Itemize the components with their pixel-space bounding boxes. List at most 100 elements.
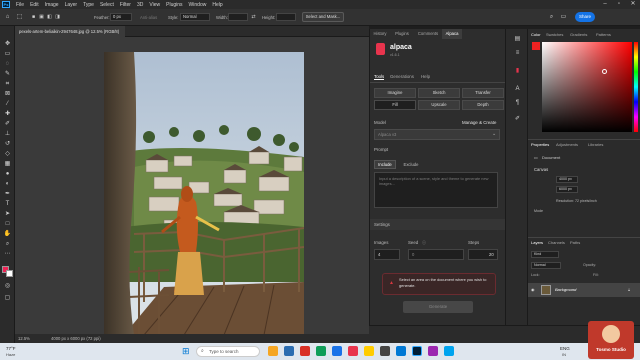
images-input[interactable]: 4 <box>374 249 400 260</box>
tab-alpaca[interactable]: Alpaca <box>442 29 462 39</box>
hue-slider[interactable] <box>634 42 638 132</box>
blend-mode-select[interactable]: Normal <box>531 262 561 269</box>
move-tool-icon[interactable]: ✥ <box>3 40 12 48</box>
eye-icon[interactable]: ◉ <box>531 287 535 292</box>
character-panel-icon[interactable]: A <box>513 85 522 93</box>
tab-gradients[interactable]: Gradients <box>570 32 587 37</box>
windows-start-icon[interactable]: ⊞ <box>182 346 193 357</box>
tab-patterns[interactable]: Patterns <box>596 32 611 37</box>
tool-fill-button[interactable]: Fill <box>374 100 416 110</box>
brush-panel-icon[interactable]: ✐ <box>513 115 522 123</box>
marquee-tool-icon[interactable]: ⬚ <box>16 13 23 21</box>
subtract-selection-icon[interactable]: ◧ <box>46 13 53 21</box>
gradient-tool-icon[interactable]: ▦ <box>3 160 12 168</box>
layer-row[interactable]: ◉ Background 🔒︎ <box>528 283 640 297</box>
feather-input[interactable]: 0 px <box>110 13 132 21</box>
tool-sketch-button[interactable]: Sketch <box>418 88 460 98</box>
task-view-icon[interactable] <box>284 346 294 356</box>
app-icon-6[interactable] <box>396 346 406 356</box>
brush-tool-icon[interactable]: ✐ <box>3 120 12 128</box>
document-image[interactable] <box>104 52 304 335</box>
tab-color[interactable]: Color <box>531 32 541 37</box>
properties-panel-icon[interactable]: ≡ <box>513 49 522 57</box>
color-picker-handle[interactable] <box>602 69 607 74</box>
tab-properties[interactable]: Properties <box>531 142 549 147</box>
share-button[interactable]: Share <box>575 12 595 22</box>
height-input[interactable] <box>276 13 296 21</box>
artboard-tool-icon[interactable]: ▭ <box>3 50 12 58</box>
paragraph-panel-icon[interactable]: ¶ <box>513 99 522 107</box>
app-icon-3[interactable] <box>348 346 358 356</box>
pen-tool-icon[interactable]: ✒ <box>3 190 12 198</box>
app-icon-5[interactable] <box>380 346 390 356</box>
zoom-readout[interactable]: 12.5% <box>18 336 30 341</box>
alpaca-panel-icon[interactable]: ▮ <box>513 67 522 75</box>
layer-name[interactable]: Background <box>555 287 576 292</box>
foreground-swatch[interactable] <box>532 42 540 50</box>
edge-icon[interactable] <box>332 346 342 356</box>
app-icon-4[interactable] <box>364 346 374 356</box>
height-field[interactable]: 6000 px <box>556 186 578 193</box>
photoshop-taskbar-icon[interactable] <box>412 346 422 356</box>
minimize-icon[interactable]: – <box>598 0 612 9</box>
lasso-tool-icon[interactable]: ◌ <box>3 60 12 68</box>
document-tab[interactable]: pexels-artem-beliaikin-2947648.jpg @ 12.… <box>15 26 125 37</box>
menu-plugins[interactable]: Plugins <box>163 2 185 8</box>
menu-edit[interactable]: Edit <box>27 2 42 8</box>
include-toggle[interactable]: Include <box>374 160 396 169</box>
tab-layers[interactable]: Layers <box>531 240 543 245</box>
generate-button[interactable]: Generate <box>403 301 473 313</box>
manage-create-link[interactable]: Manage & Create <box>462 120 496 125</box>
tab-comments[interactable]: Comments <box>414 29 442 39</box>
antialias-checkbox[interactable]: Anti-alias <box>140 14 157 21</box>
tab-plugins[interactable]: Plugins <box>390 29 414 39</box>
tool-depth-button[interactable]: Depth <box>462 100 504 110</box>
menu-image[interactable]: Image <box>42 2 62 8</box>
history-panel-icon[interactable]: ▤ <box>513 35 522 43</box>
healing-tool-icon[interactable]: ✚ <box>3 110 12 118</box>
search-icon[interactable]: ⌕ <box>548 13 555 21</box>
quick-mask-icon[interactable]: ◎ <box>3 282 12 290</box>
menu-filter[interactable]: Filter <box>117 2 134 8</box>
more-tools-icon[interactable]: ⋯ <box>3 250 12 258</box>
tool-imagine-button[interactable]: Imagine <box>374 88 416 98</box>
weather-temp[interactable]: 77°F <box>6 346 16 351</box>
prompt-textarea[interactable]: Input a description of a scene, style an… <box>374 172 498 208</box>
layer-filter-select[interactable]: Kind <box>531 251 559 258</box>
path-select-icon[interactable]: ➤ <box>3 210 12 218</box>
menu-type[interactable]: Type <box>80 2 97 8</box>
menu-select[interactable]: Select <box>97 2 117 8</box>
menu-help[interactable]: Help <box>209 2 225 8</box>
tab-channels[interactable]: Channels <box>548 240 565 245</box>
workspace-icon[interactable]: ▭ <box>560 13 567 21</box>
tab-history[interactable]: History <box>370 29 390 39</box>
history-brush-icon[interactable]: ↺ <box>3 140 12 148</box>
subtab-help[interactable]: Help <box>421 74 430 79</box>
menu-file[interactable]: File <box>13 2 27 8</box>
new-selection-icon[interactable]: ■ <box>30 13 37 21</box>
subtab-generations[interactable]: Generations <box>390 74 414 79</box>
eyedropper-tool-icon[interactable]: ⁄ <box>3 100 12 108</box>
add-selection-icon[interactable]: ▣ <box>38 13 45 21</box>
rectangle-tool-icon[interactable]: □ <box>3 220 12 228</box>
app-icon-2[interactable] <box>316 346 326 356</box>
color-picker-field[interactable] <box>542 42 632 132</box>
hand-tool-icon[interactable]: ✋ <box>3 230 12 238</box>
dodge-tool-icon[interactable]: ◐ <box>3 180 12 188</box>
taskbar-search[interactable]: ⌕ Type to search <box>196 346 260 357</box>
tab-paths[interactable]: Paths <box>570 240 580 245</box>
subtab-tools[interactable]: Tools <box>374 74 385 80</box>
tool-upscale-button[interactable]: Upscale <box>418 100 460 110</box>
app-icon-7[interactable] <box>428 346 438 356</box>
tab-libraries[interactable]: Libraries <box>588 142 603 147</box>
maximize-icon[interactable]: ▫ <box>612 0 626 9</box>
width-input[interactable] <box>228 13 248 21</box>
blur-tool-icon[interactable]: ● <box>3 170 12 178</box>
menu-3d[interactable]: 3D <box>134 2 146 8</box>
stamp-tool-icon[interactable]: ⊥ <box>3 130 12 138</box>
tab-adjustments[interactable]: Adjustments <box>556 142 578 147</box>
exclude-toggle[interactable]: Exclude <box>400 160 422 169</box>
menu-window[interactable]: Window <box>186 2 210 8</box>
background-color-swatch[interactable] <box>6 270 13 277</box>
app-icon-1[interactable] <box>300 346 310 356</box>
